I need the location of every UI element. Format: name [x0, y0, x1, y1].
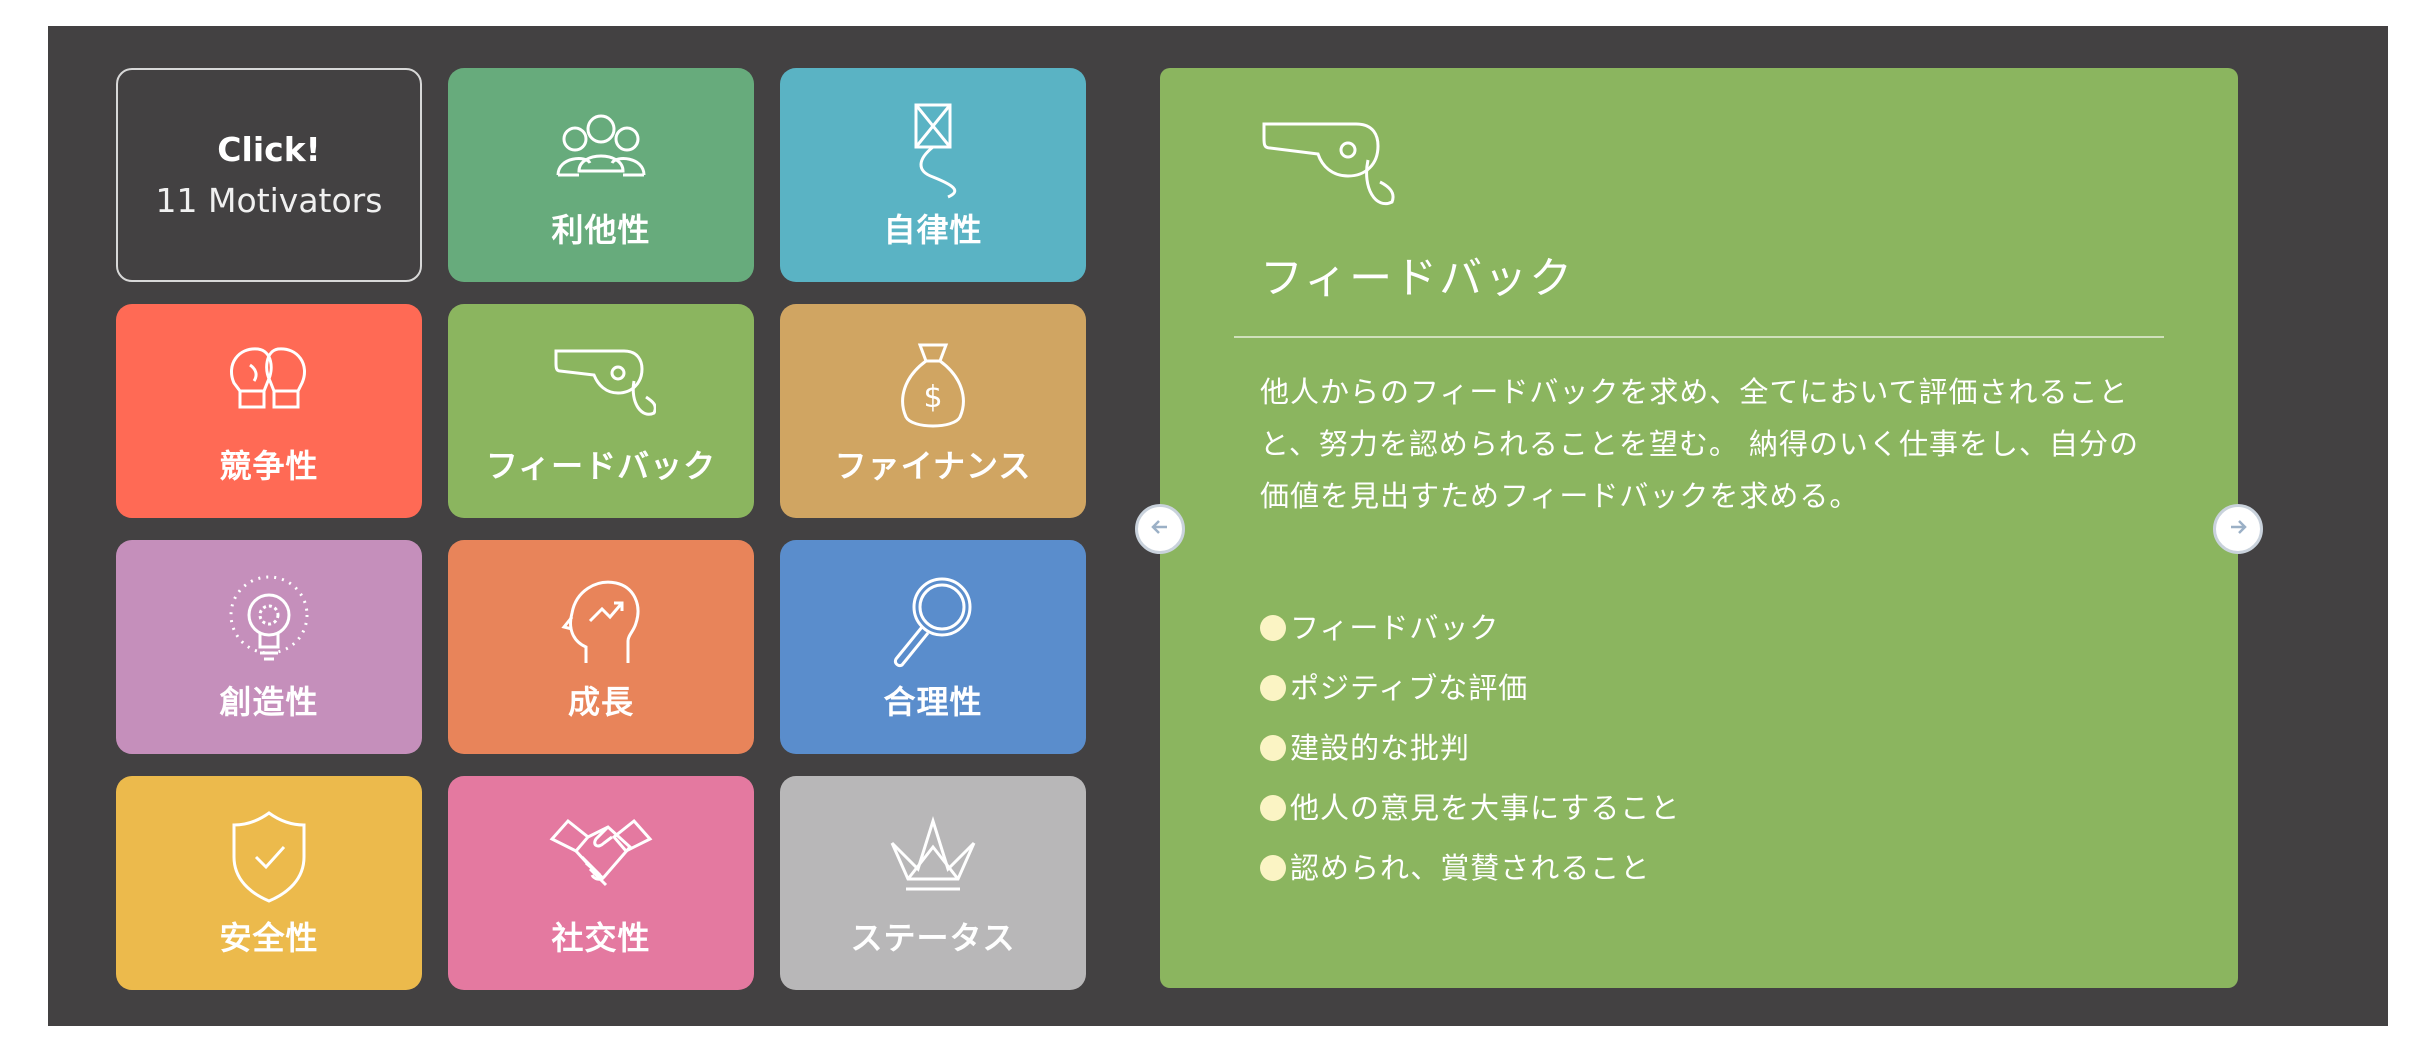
tile-label: 安全性: [219, 919, 319, 957]
tile-label: 合理性: [883, 683, 983, 721]
bullet-dot: [1260, 615, 1286, 641]
point-text: 認められ、賞賛されること: [1290, 851, 1651, 885]
point-text: 建設的な批判: [1290, 731, 1471, 765]
tile-label: ステータス: [850, 919, 1016, 957]
bullet-dot: [1260, 735, 1286, 761]
point-text: 他人の意見を大事にすること: [1290, 791, 1681, 825]
handshake-icon: [546, 807, 656, 907]
motivator-tile-growth[interactable]: 成長: [448, 540, 754, 754]
people-group-icon: [546, 99, 656, 199]
tile-label: 競争性: [219, 447, 319, 485]
tile-label: 自律性: [883, 211, 983, 249]
whistle-icon: [546, 335, 657, 435]
motivator-detail-panel: フィードバック 他人からのフィードバックを求め、全てにおいて評価されること と、…: [1160, 68, 2238, 988]
tile-label: ファイナンス: [834, 447, 1032, 485]
motivator-tile-status[interactable]: ステータス: [780, 776, 1086, 990]
motivator-tile-altruism[interactable]: 利他性: [448, 68, 754, 282]
motivator-tile-finance[interactable]: $ ファイナンス: [780, 304, 1086, 518]
motivator-tile-sociability[interactable]: 社交性: [448, 776, 754, 990]
svg-text:$: $: [923, 380, 942, 415]
tile-label: 利他性: [551, 211, 651, 249]
crown-icon: [878, 807, 988, 907]
list-item: 建設的な批判: [1260, 718, 1680, 778]
boxing-gloves-icon: [214, 335, 324, 435]
detail-title: フィードバック: [1260, 254, 1575, 304]
magnifier-icon: [878, 571, 988, 671]
bullet-dot: [1260, 795, 1286, 821]
motivators-board: Click! 11 Motivators 利他性 自律性 競争性 フィードバック…: [48, 26, 2388, 1026]
head-growth-icon: [546, 571, 656, 671]
bullet-dot: [1260, 855, 1286, 881]
detail-divider: [1234, 336, 2164, 338]
list-item: ポジティブな評価: [1260, 658, 1680, 718]
kite-icon: [878, 99, 988, 199]
tile-label: 成長: [567, 683, 634, 721]
tile-label: フィードバック: [485, 447, 717, 485]
description-line: と、努力を認められることを望む。 納得のいく仕事をし、自分の: [1260, 427, 2140, 461]
prev-button[interactable]: [1135, 504, 1185, 554]
detail-points-list: フィードバック ポジティブな評価 建設的な批判 他人の意見を大事にすること 認め…: [1260, 598, 1680, 898]
money-bag-icon: $: [878, 335, 988, 435]
motivator-grid: Click! 11 Motivators 利他性 自律性 競争性 フィードバック…: [116, 68, 1086, 994]
next-button[interactable]: [2213, 504, 2263, 554]
tile-label: 創造性: [219, 683, 319, 721]
click-subtitle: 11 Motivators: [155, 181, 383, 220]
list-item: 認められ、賞賛されること: [1260, 838, 1680, 898]
arrow-left-icon: [1147, 514, 1173, 544]
whistle-icon: [1258, 106, 1398, 216]
point-text: フィードバック: [1290, 611, 1500, 645]
description-line: 他人からのフィードバックを求め、全てにおいて評価されること: [1260, 375, 2129, 409]
shield-check-icon: [214, 807, 324, 907]
motivator-tile-creativity[interactable]: 創造性: [116, 540, 422, 754]
motivator-tile-autonomy[interactable]: 自律性: [780, 68, 1086, 282]
detail-description: 他人からのフィードバックを求め、全てにおいて評価されること と、努力を認められる…: [1260, 366, 2160, 522]
light-bulb-icon: [214, 571, 324, 671]
point-text: ポジティブな評価: [1290, 671, 1529, 705]
motivator-tile-feedback[interactable]: フィードバック: [448, 304, 754, 518]
motivator-tile-competition[interactable]: 競争性: [116, 304, 422, 518]
list-item: 他人の意見を大事にすること: [1260, 778, 1680, 838]
motivator-tile-safety[interactable]: 安全性: [116, 776, 422, 990]
list-item: フィードバック: [1260, 598, 1680, 658]
arrow-right-icon: [2225, 514, 2251, 544]
click-11-motivators-tile[interactable]: Click! 11 Motivators: [116, 68, 422, 282]
description-line: 価値を見出すためフィードバックを求める。: [1260, 479, 1860, 513]
tile-label: 社交性: [551, 919, 651, 957]
click-title: Click!: [217, 130, 321, 169]
bullet-dot: [1260, 675, 1286, 701]
motivator-tile-rationality[interactable]: 合理性: [780, 540, 1086, 754]
